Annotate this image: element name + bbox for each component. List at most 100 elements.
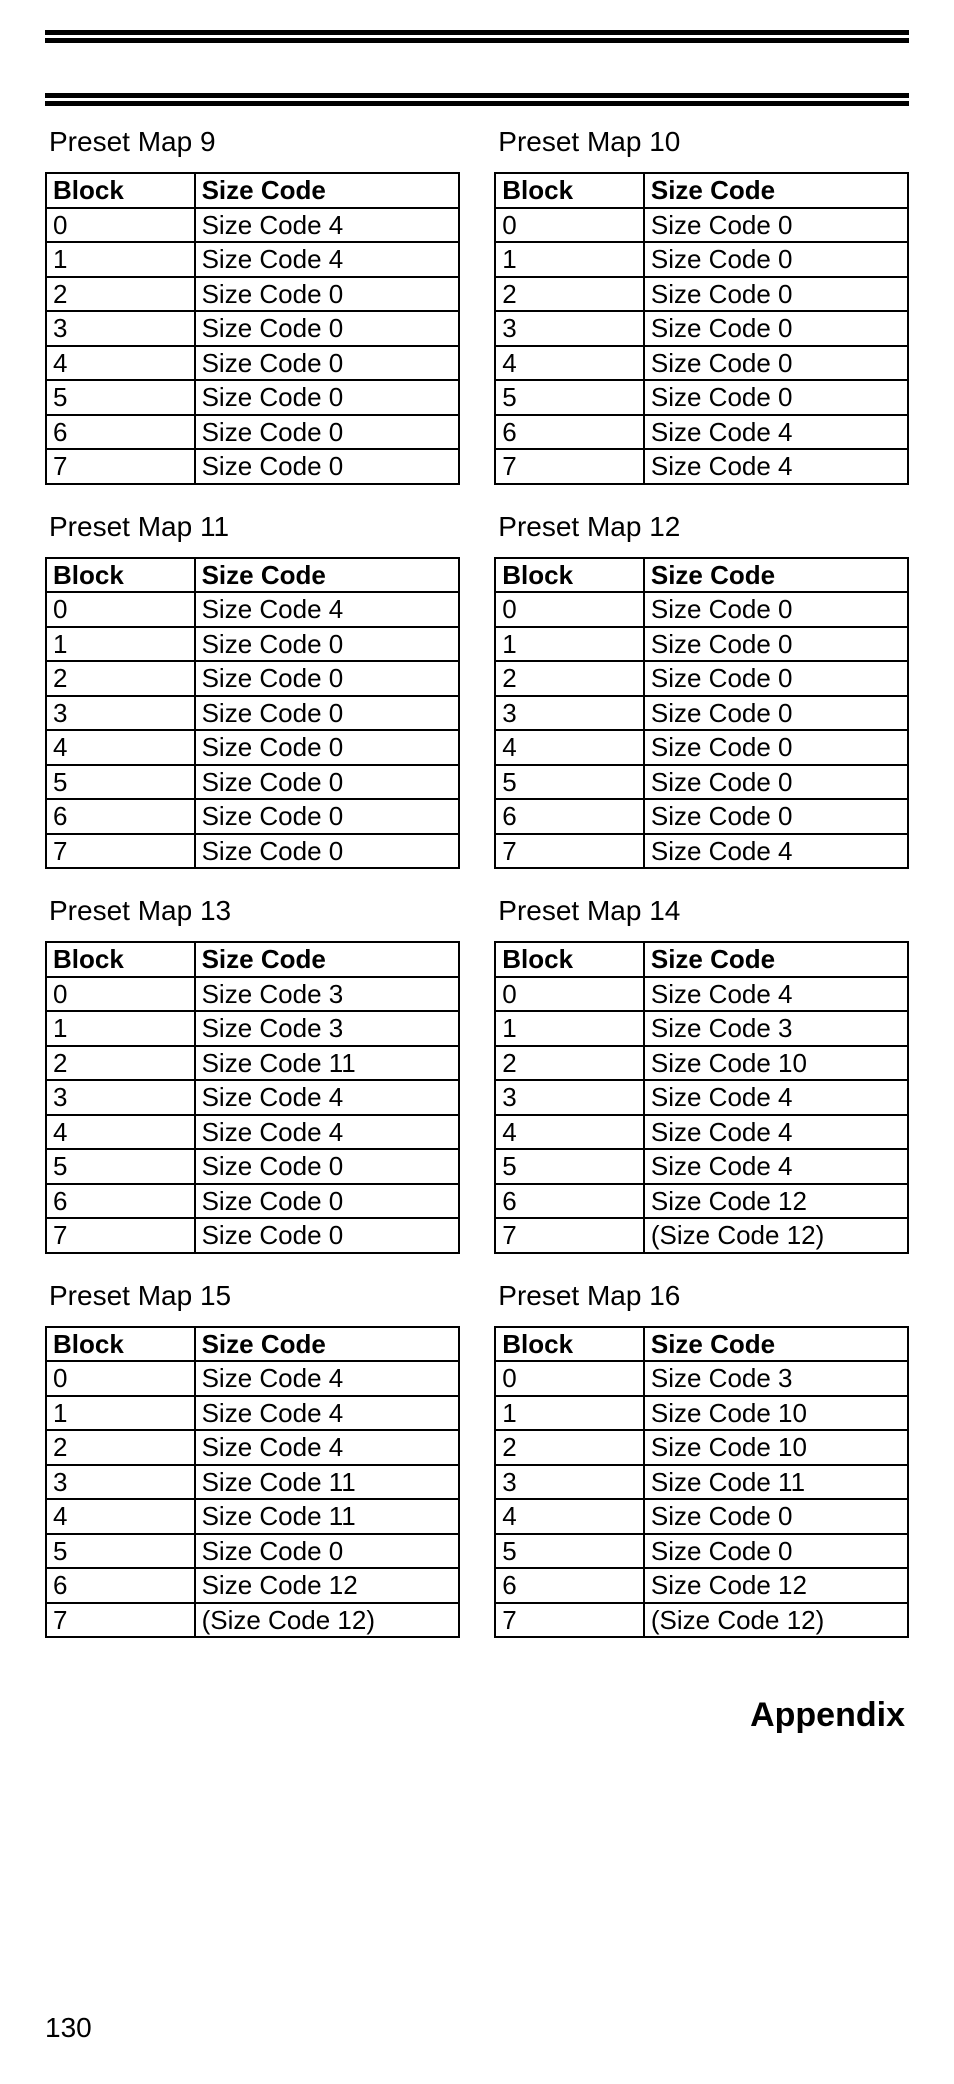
cell-size: Size Code 0	[195, 1184, 459, 1219]
cell-block: 5	[495, 765, 644, 800]
table-row: 7Size Code 0	[46, 1218, 459, 1253]
cell-size: Size Code 0	[195, 661, 459, 696]
cell-size: Size Code 0	[195, 696, 459, 731]
preset-map-table: BlockSize Code0Size Code 01Size Code 02S…	[494, 172, 909, 485]
cell-size: Size Code 0	[644, 765, 908, 800]
cell-block: 6	[46, 799, 195, 834]
table-row: 0Size Code 4	[46, 592, 459, 627]
table-row: 3Size Code 4	[495, 1080, 908, 1115]
preset-map-title: Preset Map 11	[49, 511, 460, 543]
cell-size: Size Code 4	[644, 415, 908, 450]
table-row: 4Size Code 0	[46, 730, 459, 765]
cell-block: 0	[46, 208, 195, 243]
table-row: 1Size Code 3	[46, 1011, 459, 1046]
preset-map-title: Preset Map 12	[498, 511, 909, 543]
col-header-block: Block	[46, 558, 195, 593]
cell-size: Size Code 3	[195, 1011, 459, 1046]
cell-block: 0	[46, 592, 195, 627]
table-row: 1Size Code 4	[46, 1396, 459, 1431]
cell-block: 6	[46, 1568, 195, 1603]
table-row: 4Size Code 4	[495, 1115, 908, 1150]
preset-map: Preset Map 11BlockSize Code0Size Code 41…	[45, 503, 460, 870]
cell-size: (Size Code 12)	[644, 1603, 908, 1638]
cell-block: 7	[495, 834, 644, 869]
cell-size: Size Code 0	[644, 661, 908, 696]
cell-size: Size Code 0	[644, 277, 908, 312]
col-header-size: Size Code	[644, 942, 908, 977]
cell-size: Size Code 0	[195, 627, 459, 662]
table-row: 7Size Code 0	[46, 449, 459, 484]
table-row: 2Size Code 10	[495, 1430, 908, 1465]
cell-block: 6	[495, 415, 644, 450]
cell-block: 5	[46, 380, 195, 415]
cell-size: Size Code 0	[644, 242, 908, 277]
cell-block: 1	[46, 242, 195, 277]
cell-block: 1	[495, 1011, 644, 1046]
section-label: Appendix	[45, 1696, 905, 1735]
cell-block: 2	[495, 1430, 644, 1465]
cell-block: 3	[46, 311, 195, 346]
table-row: 4Size Code 4	[46, 1115, 459, 1150]
cell-block: 0	[46, 977, 195, 1012]
cell-block: 2	[46, 1046, 195, 1081]
cell-block: 4	[46, 346, 195, 381]
cell-size: Size Code 4	[644, 1080, 908, 1115]
top-double-rule	[45, 30, 909, 43]
table-row: 0Size Code 3	[46, 977, 459, 1012]
preset-map-table: BlockSize Code0Size Code 41Size Code 42S…	[45, 1326, 460, 1639]
cell-block: 3	[495, 311, 644, 346]
cell-block: 2	[495, 661, 644, 696]
cell-block: 0	[495, 592, 644, 627]
table-row: 0Size Code 4	[495, 977, 908, 1012]
cell-block: 7	[495, 1218, 644, 1253]
preset-map-title: Preset Map 10	[498, 126, 909, 158]
table-row: 4Size Code 0	[495, 346, 908, 381]
table-row: 0Size Code 3	[495, 1361, 908, 1396]
table-row: 5Size Code 0	[495, 380, 908, 415]
table-row: 7(Size Code 12)	[495, 1603, 908, 1638]
cell-block: 1	[495, 242, 644, 277]
col-header-block: Block	[495, 1327, 644, 1362]
preset-map-table: BlockSize Code0Size Code 31Size Code 32S…	[45, 941, 460, 1254]
col-header-size: Size Code	[195, 1327, 459, 1362]
table-row: 3Size Code 11	[46, 1465, 459, 1500]
table-row: 7Size Code 4	[495, 449, 908, 484]
cell-size: Size Code 4	[195, 1430, 459, 1465]
table-row: 7Size Code 0	[46, 834, 459, 869]
col-header-size: Size Code	[195, 173, 459, 208]
table-row: 6Size Code 4	[495, 415, 908, 450]
cell-size: Size Code 0	[195, 449, 459, 484]
preset-map-table: BlockSize Code0Size Code 41Size Code 32S…	[494, 941, 909, 1254]
cell-size: Size Code 12	[644, 1184, 908, 1219]
table-row: 0Size Code 4	[46, 208, 459, 243]
preset-map-table: BlockSize Code0Size Code 01Size Code 02S…	[494, 557, 909, 870]
preset-map: Preset Map 14BlockSize Code0Size Code 41…	[494, 887, 909, 1254]
col-header-block: Block	[495, 173, 644, 208]
table-row: 5Size Code 0	[46, 380, 459, 415]
cell-block: 4	[495, 730, 644, 765]
table-row: 6Size Code 0	[495, 799, 908, 834]
cell-size: Size Code 11	[195, 1499, 459, 1534]
table-row: 2Size Code 11	[46, 1046, 459, 1081]
table-row: 5Size Code 0	[46, 1149, 459, 1184]
table-row: 1Size Code 0	[495, 627, 908, 662]
cell-block: 3	[495, 1080, 644, 1115]
cell-block: 7	[46, 449, 195, 484]
cell-size: Size Code 0	[195, 277, 459, 312]
cell-block: 1	[46, 627, 195, 662]
cell-block: 2	[46, 1430, 195, 1465]
cell-size: Size Code 0	[195, 380, 459, 415]
cell-block: 5	[495, 380, 644, 415]
cell-block: 0	[495, 208, 644, 243]
cell-block: 5	[495, 1149, 644, 1184]
cell-size: Size Code 0	[195, 1149, 459, 1184]
table-row: 6Size Code 12	[46, 1568, 459, 1603]
cell-block: 2	[495, 277, 644, 312]
col-header-size: Size Code	[195, 942, 459, 977]
preset-map-title: Preset Map 9	[49, 126, 460, 158]
cell-size: Size Code 0	[195, 1218, 459, 1253]
cell-block: 4	[46, 730, 195, 765]
col-header-size: Size Code	[644, 558, 908, 593]
cell-size: Size Code 0	[644, 208, 908, 243]
cell-block: 7	[46, 1218, 195, 1253]
